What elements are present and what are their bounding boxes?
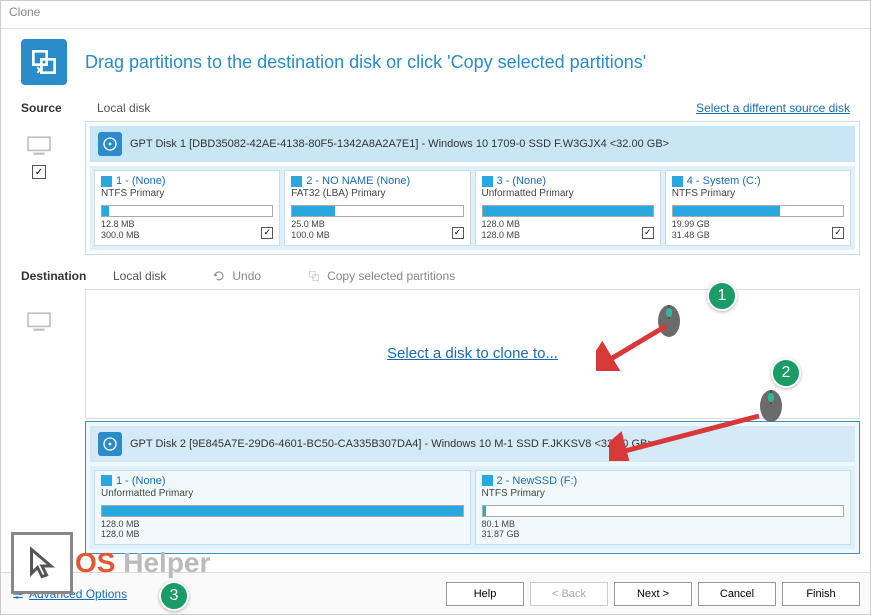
usage-bar	[291, 205, 463, 217]
dest-header: Destination Local disk Undo Copy selecte…	[1, 267, 870, 287]
windows-icon	[482, 176, 493, 187]
copy-partitions-button[interactable]: Copy selected partitions	[307, 269, 455, 283]
partition-type: NTFS Primary	[101, 188, 273, 199]
partition[interactable]: 2 - NO NAME (None) FAT32 (LBA) Primary 2…	[284, 170, 470, 246]
partition-title: 2 - NewSSD (F:)	[482, 475, 845, 487]
dest-gutter	[19, 311, 59, 333]
clone-icon	[21, 39, 67, 85]
windows-icon	[672, 176, 683, 187]
partition[interactable]: 4 - System (C:) NTFS Primary 19.99 GB31.…	[665, 170, 851, 246]
partition-type: Unformatted Primary	[482, 188, 654, 199]
partition-sizes: 80.1 MB31.87 GB	[482, 519, 845, 541]
windows-icon	[101, 475, 112, 486]
marker-1: 1	[707, 281, 737, 311]
partition-type: NTFS Primary	[482, 488, 845, 499]
usage-bar	[482, 505, 845, 517]
partition-sizes: 12.8 MB300.0 MB	[101, 219, 273, 241]
usage-bar	[482, 205, 654, 217]
windows-icon	[482, 475, 493, 486]
partition-sizes: 128.0 MB128.0 MB	[482, 219, 654, 241]
select-dest-link[interactable]: Select a disk to clone to...	[387, 345, 558, 362]
partition-type: NTFS Primary	[672, 188, 844, 199]
logo-cursor-icon	[11, 532, 73, 594]
window-titlebar: Clone	[1, 1, 870, 29]
source-gutter: ✓	[19, 135, 59, 179]
source-disk-title: GPT Disk 1 [DBD35082-42AE-4138-80F5-1342…	[130, 138, 669, 150]
button-group: Help < Back Next > Cancel Finish	[446, 582, 860, 606]
dest-disk-title: GPT Disk 2 [9E845A7E-29D6-4601-BC50-CA33…	[130, 438, 654, 450]
undo-icon	[212, 270, 226, 282]
partition-sizes: 25.0 MB100.0 MB	[291, 219, 463, 241]
source-master-checkbox[interactable]: ✓	[32, 165, 46, 179]
back-button: < Back	[530, 582, 608, 606]
marker-2: 2	[771, 358, 801, 388]
source-header: Source Local disk Select a different sou…	[1, 99, 870, 119]
help-button[interactable]: Help	[446, 582, 524, 606]
dest-label: Destination	[21, 269, 99, 283]
partition-title: 1 - (None)	[101, 175, 273, 187]
partition[interactable]: 1 - (None) NTFS Primary 12.8 MB300.0 MB …	[94, 170, 280, 246]
partition-checkbox[interactable]: ✓	[261, 227, 273, 239]
mouse-icon	[759, 389, 783, 423]
partition-title: 3 - (None)	[482, 175, 654, 187]
usage-bar	[672, 205, 844, 217]
usage-bar	[101, 505, 464, 517]
change-source-link[interactable]: Select a different source disk	[696, 101, 850, 115]
partition-title: 4 - System (C:)	[672, 175, 844, 187]
partition[interactable]: 3 - (None) Unformatted Primary 128.0 MB1…	[475, 170, 661, 246]
dest-sublabel: Local disk	[113, 269, 166, 283]
copy-icon	[307, 269, 321, 283]
finish-button[interactable]: Finish	[782, 582, 860, 606]
windows-icon	[101, 176, 112, 187]
partition[interactable]: 2 - NewSSD (F:) NTFS Primary 80.1 MB31.8…	[475, 470, 852, 546]
logo-text: OS Helper	[75, 547, 210, 579]
disk-icon	[98, 132, 122, 156]
partition-title: 2 - NO NAME (None)	[291, 175, 463, 187]
mouse-icon	[657, 304, 681, 338]
disk-icon	[98, 432, 122, 456]
partition-type: Unformatted Primary	[101, 488, 464, 499]
source-label: Source	[21, 101, 83, 115]
next-button[interactable]: Next >	[614, 582, 692, 606]
dest-drop-area[interactable]: Select a disk to clone to...	[85, 289, 860, 419]
cancel-button[interactable]: Cancel	[698, 582, 776, 606]
partition-checkbox[interactable]: ✓	[452, 227, 464, 239]
source-partitions: 1 - (None) NTFS Primary 12.8 MB300.0 MB …	[90, 166, 855, 250]
source-sublabel: Local disk	[97, 101, 150, 115]
pc-icon	[25, 135, 53, 157]
partition-sizes: 19.99 GB31.48 GB	[672, 219, 844, 241]
logo-overlay: OS Helper	[11, 532, 210, 594]
pc-icon	[25, 311, 53, 333]
header: Drag partitions to the destination disk …	[1, 29, 870, 99]
partition-checkbox[interactable]: ✓	[642, 227, 654, 239]
windows-icon	[291, 176, 302, 187]
undo-button[interactable]: Undo	[212, 269, 261, 283]
usage-bar	[101, 205, 273, 217]
dest-disk-header[interactable]: GPT Disk 2 [9E845A7E-29D6-4601-BC50-CA33…	[90, 426, 855, 462]
partition-title: 1 - (None)	[101, 475, 464, 487]
partition-checkbox[interactable]: ✓	[832, 227, 844, 239]
source-disk-header[interactable]: GPT Disk 1 [DBD35082-42AE-4138-80F5-1342…	[90, 126, 855, 162]
source-disk-panel: GPT Disk 1 [DBD35082-42AE-4138-80F5-1342…	[85, 121, 860, 255]
header-instruction: Drag partitions to the destination disk …	[85, 52, 646, 73]
partition-type: FAT32 (LBA) Primary	[291, 188, 463, 199]
